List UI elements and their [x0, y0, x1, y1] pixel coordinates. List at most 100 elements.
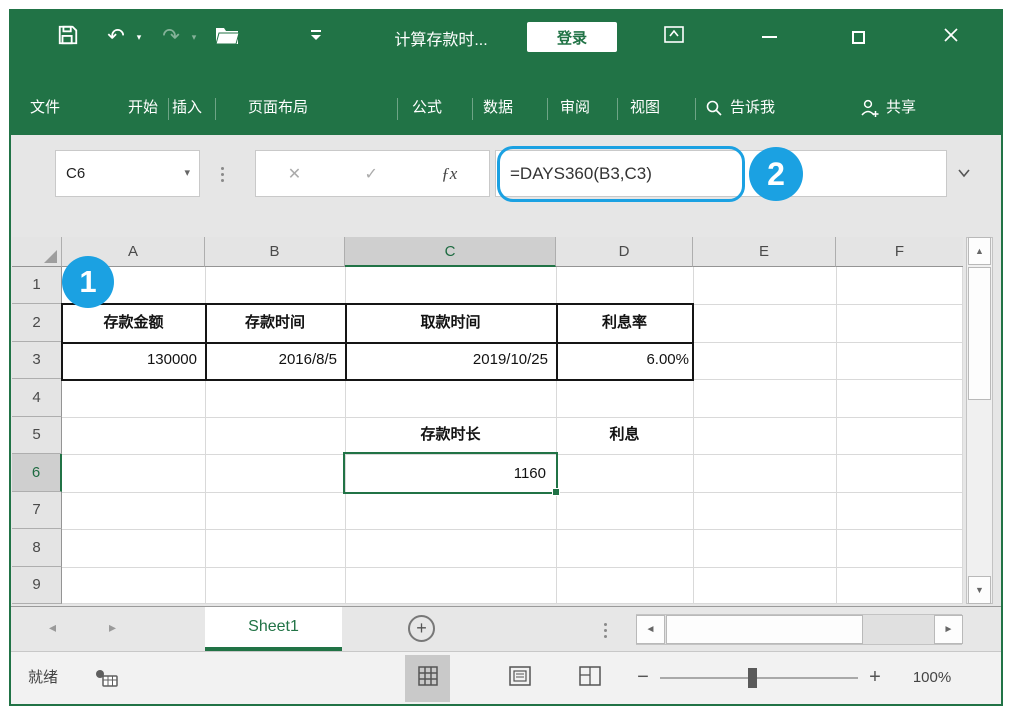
- column-header-C[interactable]: C: [345, 237, 556, 267]
- zoom-in-icon[interactable]: +: [862, 652, 888, 702]
- column-header-B[interactable]: B: [205, 237, 345, 267]
- undo-button[interactable]: ↶: [103, 22, 129, 50]
- horizontal-scrollbar-thumb[interactable]: [666, 615, 863, 644]
- minimize-button[interactable]: [746, 19, 792, 55]
- zoom-level-label[interactable]: 100%: [897, 652, 967, 703]
- formula-bar: C6 ▾ ✕ ✓ ƒx =DAYS360(B3,C3) 2: [11, 135, 1001, 222]
- name-box-value: C6: [66, 151, 85, 196]
- tab-data[interactable]: 数据: [483, 95, 513, 121]
- cell-C5[interactable]: 存款时长: [345, 417, 556, 453]
- arrow-left-icon: ◄: [646, 624, 656, 635]
- tab-page-layout[interactable]: 页面布局: [248, 95, 308, 121]
- tell-me-box[interactable]: 告诉我: [705, 95, 775, 121]
- chevron-down-icon: ▾: [137, 32, 142, 43]
- select-all-triangle-icon: [44, 250, 57, 263]
- insert-function-icon[interactable]: ƒx: [441, 164, 457, 184]
- save-button[interactable]: [55, 24, 81, 50]
- row-header-6[interactable]: 6: [12, 454, 62, 492]
- minimize-icon: [762, 36, 777, 38]
- formula-input[interactable]: =DAYS360(B3,C3): [495, 150, 947, 197]
- sheet-nav-left-icon[interactable]: ◂: [49, 619, 56, 636]
- open-button[interactable]: [213, 24, 241, 50]
- column-header-D[interactable]: D: [556, 237, 693, 267]
- tab-review[interactable]: 审阅: [560, 95, 590, 121]
- macro-record-icon[interactable]: [95, 668, 119, 693]
- tab-view[interactable]: 视图: [630, 95, 660, 121]
- cell-D3[interactable]: 6.00%: [556, 342, 692, 378]
- tab-home[interactable]: 开始: [128, 95, 158, 121]
- formula-text: =DAYS360(B3,C3): [510, 151, 652, 196]
- row-header-5[interactable]: 5: [12, 417, 62, 454]
- ribbon-display-options-icon: [663, 25, 685, 50]
- vertical-scrollbar[interactable]: ▲ ▼: [966, 237, 993, 604]
- ribbon-display-options-button[interactable]: [651, 19, 697, 55]
- qat-more-icon: [309, 28, 323, 47]
- cell-C2[interactable]: 取款时间: [345, 305, 556, 341]
- arrow-right-icon: ►: [944, 624, 954, 635]
- row-header-3[interactable]: 3: [12, 342, 62, 379]
- row-header-2[interactable]: 2: [12, 304, 62, 342]
- zoom-slider[interactable]: [660, 677, 858, 679]
- enter-icon[interactable]: ✓: [364, 164, 377, 184]
- row-header-7[interactable]: 7: [12, 492, 62, 529]
- select-all-corner[interactable]: [12, 237, 62, 267]
- fill-handle[interactable]: [552, 488, 560, 496]
- zoom-slider-thumb[interactable]: [748, 668, 757, 688]
- sign-in-button[interactable]: 登录: [527, 22, 617, 52]
- page-break-preview-button[interactable]: [570, 655, 610, 702]
- scroll-up-button[interactable]: ▲: [968, 237, 991, 265]
- row-header-1[interactable]: 1: [12, 267, 62, 304]
- arrow-up-icon: ▲: [975, 246, 984, 256]
- save-icon: [57, 24, 79, 51]
- excel-window: ↶ ▾ ↷ ▾ 计算存款时... 登录 文件 开始 插入 页面布局 公式 数据: [9, 9, 1003, 706]
- chevron-down-icon: [957, 165, 971, 183]
- cell-B3[interactable]: 2016/8/5: [205, 342, 343, 378]
- cancel-icon[interactable]: ✕: [288, 164, 301, 184]
- name-box-dropdown-icon[interactable]: ▾: [184, 151, 190, 196]
- row-header-4[interactable]: 4: [12, 379, 62, 417]
- cell-A2[interactable]: 存款金额: [62, 305, 205, 341]
- horizontal-scrollbar[interactable]: ◄ ►: [636, 614, 962, 645]
- cell-D5[interactable]: 利息: [556, 417, 693, 453]
- excel-screenshot: ↶ ▾ ↷ ▾ 计算存款时... 登录 文件 开始 插入 页面布局 公式 数据: [0, 0, 1012, 715]
- row-header-8[interactable]: 8: [12, 529, 62, 567]
- scroll-down-button[interactable]: ▼: [968, 576, 991, 604]
- tab-formulas[interactable]: 公式: [412, 95, 442, 121]
- cell-C6[interactable]: 1160: [345, 455, 552, 492]
- tab-separator: [695, 98, 696, 120]
- redo-dropdown[interactable]: ▾: [188, 31, 200, 43]
- cell-A3[interactable]: 130000: [62, 342, 203, 378]
- open-folder-icon: [215, 25, 239, 50]
- tab-separator: [547, 98, 548, 120]
- page-break-preview-icon: [579, 666, 601, 691]
- maximize-button[interactable]: [835, 19, 881, 55]
- share-button[interactable]: 共享: [860, 95, 916, 121]
- sheet-nav-right-icon[interactable]: ▸: [109, 619, 116, 636]
- expand-formula-bar-button[interactable]: [953, 164, 975, 184]
- cell-D2[interactable]: 利息率: [556, 305, 693, 341]
- zoom-out-icon[interactable]: −: [631, 652, 655, 702]
- add-sheet-button[interactable]: +: [408, 615, 435, 642]
- tab-insert[interactable]: 插入: [172, 95, 202, 121]
- page-layout-view-button[interactable]: [500, 655, 540, 702]
- name-box[interactable]: C6 ▾: [55, 150, 200, 197]
- vertical-scrollbar-thumb[interactable]: [968, 267, 991, 400]
- qat-more-button[interactable]: [307, 28, 325, 46]
- redo-button[interactable]: ↷: [158, 22, 184, 50]
- cell-B2[interactable]: 存款时间: [205, 305, 345, 341]
- undo-dropdown[interactable]: ▾: [133, 31, 145, 43]
- scroll-right-button[interactable]: ►: [934, 615, 963, 644]
- normal-view-button[interactable]: [405, 655, 450, 702]
- cell-C3[interactable]: 2019/10/25: [345, 342, 554, 378]
- column-header-E[interactable]: E: [693, 237, 836, 267]
- formula-bar-splitter[interactable]: [216, 161, 228, 187]
- document-title: 计算存款时...: [341, 26, 541, 50]
- tab-file[interactable]: 文件: [30, 95, 60, 121]
- sheet-tab-sheet1[interactable]: Sheet1: [205, 607, 342, 651]
- scroll-left-button[interactable]: ◄: [636, 615, 665, 644]
- tab-bar-splitter[interactable]: [599, 617, 611, 643]
- maximize-icon: [852, 31, 865, 44]
- row-header-9[interactable]: 9: [12, 567, 62, 604]
- column-header-F[interactable]: F: [836, 237, 963, 267]
- close-button[interactable]: [926, 19, 976, 55]
